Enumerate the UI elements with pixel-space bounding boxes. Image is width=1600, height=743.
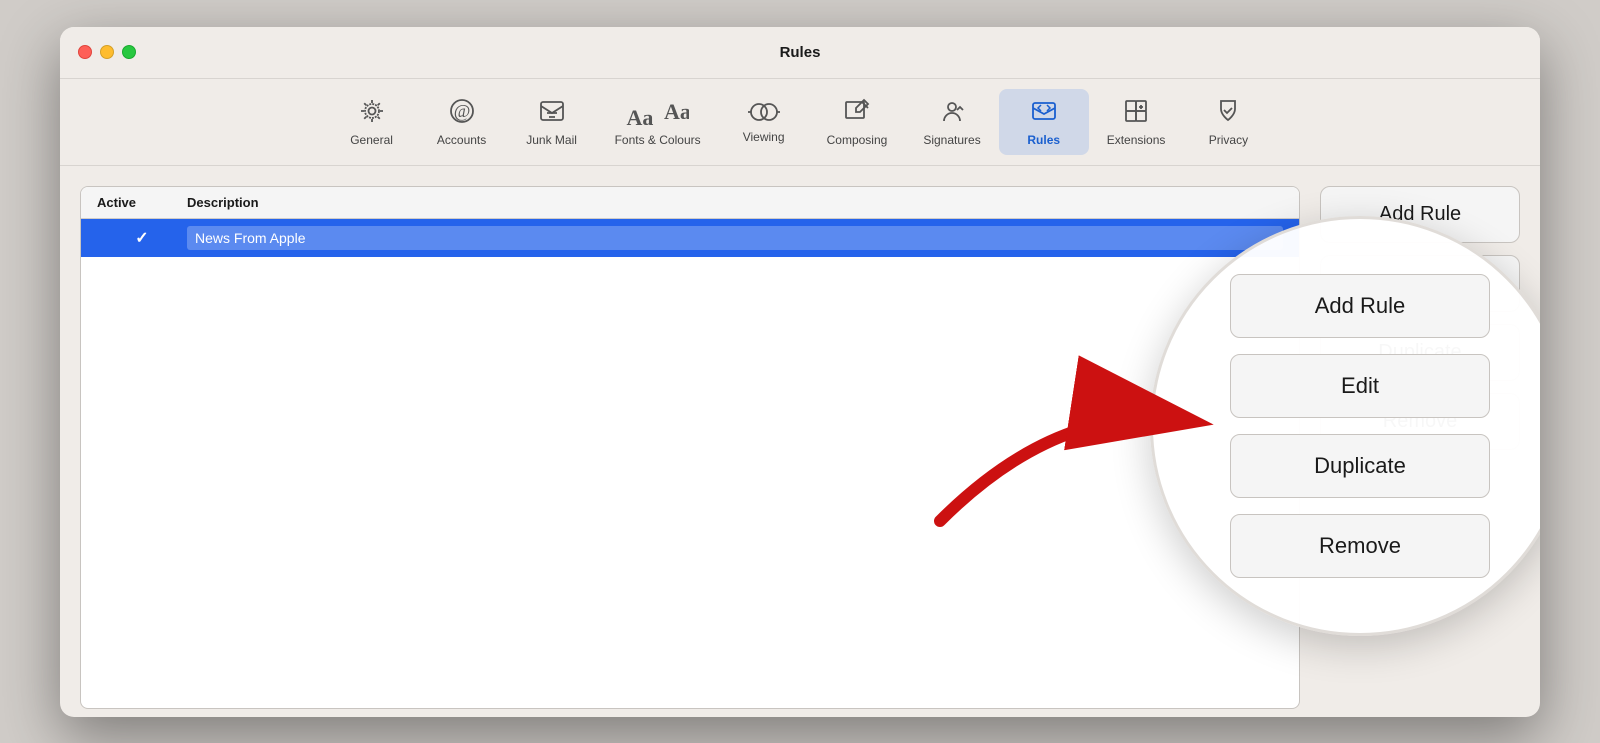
accounts-label: Accounts — [437, 133, 486, 147]
viewing-icon — [748, 100, 780, 126]
toolbar-item-privacy[interactable]: Privacy — [1183, 89, 1273, 155]
zoom-add-rule-button[interactable]: Add Rule — [1230, 274, 1490, 338]
toolbar-item-general[interactable]: General — [327, 89, 417, 155]
svg-text:@: @ — [453, 101, 470, 121]
zoom-duplicate-button[interactable]: Duplicate — [1230, 434, 1490, 498]
toolbar-item-extensions[interactable]: Extensions — [1089, 89, 1184, 155]
signatures-icon — [938, 97, 966, 129]
column-header-description: Description — [187, 195, 1283, 210]
window-title: Rules — [780, 44, 821, 61]
svg-text:Aa: Aa — [664, 99, 689, 124]
extensions-icon — [1122, 97, 1150, 129]
general-label: General — [350, 133, 393, 147]
toolbar-item-fonts-colours[interactable]: Aa Aa Fonts & Colours — [597, 89, 719, 155]
toolbar-item-signatures[interactable]: Signatures — [905, 89, 998, 155]
accounts-icon: @ — [448, 97, 476, 129]
general-icon — [358, 97, 386, 129]
toolbar: General @ Accounts Junk Mail — [60, 79, 1540, 166]
toolbar-item-viewing[interactable]: Viewing — [719, 92, 809, 152]
extensions-label: Extensions — [1107, 133, 1166, 147]
rules-label: Rules — [1027, 133, 1060, 147]
fonts-colours-icon: Aa Aa — [627, 97, 689, 129]
toolbar-item-rules[interactable]: Rules — [999, 89, 1089, 155]
table-row[interactable]: ✓ News From Apple — [81, 219, 1299, 257]
minimize-button[interactable] — [100, 45, 114, 59]
table-header: Active Description — [81, 187, 1299, 219]
close-button[interactable] — [78, 45, 92, 59]
privacy-icon — [1214, 97, 1242, 129]
toolbar-item-composing[interactable]: Composing — [809, 89, 906, 155]
fonts-colours-label: Fonts & Colours — [615, 133, 701, 147]
toolbar-item-junk-mail[interactable]: Junk Mail — [507, 89, 597, 155]
viewing-label: Viewing — [743, 130, 785, 144]
column-header-active: Active — [97, 195, 187, 210]
row-active-check: ✓ — [97, 228, 187, 248]
signatures-label: Signatures — [923, 133, 980, 147]
rules-table-panel: Active Description ✓ News From Apple — [80, 186, 1300, 709]
rules-icon — [1030, 97, 1058, 129]
traffic-lights — [78, 45, 136, 59]
junk-mail-label: Junk Mail — [526, 133, 577, 147]
zoom-edit-button[interactable]: Edit — [1230, 354, 1490, 418]
privacy-label: Privacy — [1209, 133, 1248, 147]
toolbar-item-accounts[interactable]: @ Accounts — [417, 89, 507, 155]
title-bar: Rules — [60, 27, 1540, 79]
zoom-remove-button[interactable]: Remove — [1230, 514, 1490, 578]
maximize-button[interactable] — [122, 45, 136, 59]
app-window: Rules General @ Accounts — [60, 27, 1540, 717]
main-content: Active Description ✓ News From Apple Add… — [60, 166, 1540, 717]
composing-label: Composing — [827, 133, 888, 147]
composing-icon — [843, 97, 871, 129]
junk-mail-icon — [538, 97, 566, 129]
row-description: News From Apple — [187, 226, 1283, 250]
